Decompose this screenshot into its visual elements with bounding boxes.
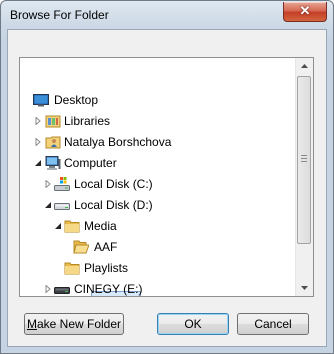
- user-folder-icon: [45, 136, 61, 149]
- tree-item-libraries[interactable]: Libraries: [20, 111, 295, 131]
- expand-arrow-icon[interactable]: [34, 138, 42, 146]
- dialog-title: Browse For Folder: [10, 8, 109, 22]
- close-icon: ✕: [299, 3, 311, 18]
- collapse-arrow-icon[interactable]: [54, 222, 62, 230]
- tree-item-label: Libraries: [64, 114, 111, 128]
- drive-icon: [54, 203, 70, 210]
- scroll-down-icon: [301, 286, 308, 290]
- tree-item-label: Natalya Borshchova: [64, 135, 172, 149]
- drive-icon: [54, 287, 70, 294]
- tree-item-label: Playlists: [84, 261, 129, 275]
- libraries-icon: [45, 115, 61, 128]
- tree-item-label: Local Disk (C:): [74, 177, 153, 191]
- tree-item-aaf[interactable]: AAF: [20, 237, 295, 257]
- cancel-button-label: Cancel: [254, 317, 292, 331]
- scroll-down-button[interactable]: [296, 279, 313, 296]
- tree-item-playlists[interactable]: Playlists: [20, 258, 295, 278]
- scroll-up-icon: [301, 64, 308, 68]
- tree-item-label: Desktop: [54, 93, 99, 107]
- tree-vertical-scrollbar[interactable]: [295, 58, 313, 296]
- tree-item-desktop[interactable]: Desktop: [20, 90, 295, 110]
- make-new-folder-accelerator: M: [26, 317, 37, 331]
- tree-item-label: AAF: [94, 240, 118, 254]
- tree-item-local-disk-c[interactable]: Local Disk (C:): [20, 174, 295, 194]
- folder-tree-content: Desktop Libraries Natalya Borshchova Com…: [20, 58, 295, 296]
- tree-item-user-folder[interactable]: Natalya Borshchova: [20, 132, 295, 152]
- tree-item-media[interactable]: Media: [20, 216, 295, 236]
- expand-arrow-icon[interactable]: [44, 180, 52, 188]
- grip-icon: [301, 155, 307, 162]
- tree-item-computer[interactable]: Computer: [20, 153, 295, 173]
- collapse-arrow-icon[interactable]: [44, 201, 52, 209]
- folder-open-icon: [73, 240, 89, 254]
- ok-button-label: OK: [184, 317, 202, 331]
- desktop-icon: [33, 94, 49, 107]
- make-new-folder-button[interactable]: Make New Folder: [24, 313, 124, 335]
- ok-button[interactable]: OK: [157, 313, 229, 335]
- expand-arrow-icon[interactable]: [44, 285, 52, 293]
- tree-item-label: Media: [84, 219, 117, 233]
- make-new-folder-label: ake New Folder: [36, 317, 122, 331]
- system-drive-icon: [54, 177, 70, 191]
- scroll-up-button[interactable]: [296, 58, 313, 75]
- title-bar[interactable]: Browse For Folder ✕: [1, 1, 333, 29]
- tree-item-local-disk-d[interactable]: Local Disk (D:): [20, 195, 295, 215]
- tree-item-label: Local Disk (D:): [74, 198, 153, 212]
- tree-item-label: Computer: [64, 156, 117, 170]
- close-button[interactable]: ✕: [283, 2, 327, 22]
- computer-icon: [45, 156, 61, 170]
- folder-icon: [64, 220, 80, 233]
- tree-item-label: CINEGY (E:): [74, 282, 143, 296]
- folder-icon: [64, 262, 80, 275]
- expand-arrow-icon[interactable]: [34, 117, 42, 125]
- tree-item-cinegy-e[interactable]: CINEGY (E:): [20, 279, 295, 296]
- scroll-thumb[interactable]: [297, 76, 311, 244]
- collapse-arrow-icon[interactable]: [34, 159, 42, 167]
- folder-tree[interactable]: Desktop Libraries Natalya Borshchova Com…: [19, 57, 314, 297]
- cancel-button[interactable]: Cancel: [237, 313, 309, 335]
